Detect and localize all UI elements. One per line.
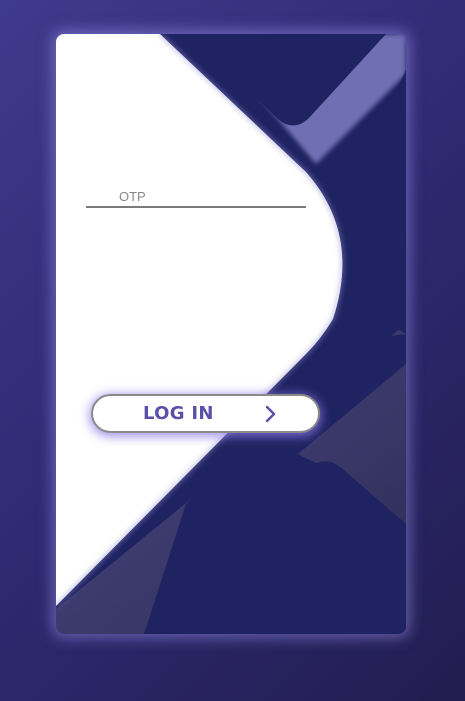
- login-button-label: LOG IN: [143, 403, 214, 424]
- otp-input[interactable]: [86, 186, 306, 208]
- otp-field: [86, 186, 306, 210]
- decorative-background: [56, 34, 406, 634]
- login-card: LOG IN: [56, 34, 406, 634]
- chevron-right-icon: [265, 405, 276, 423]
- login-button[interactable]: LOG IN: [91, 394, 320, 433]
